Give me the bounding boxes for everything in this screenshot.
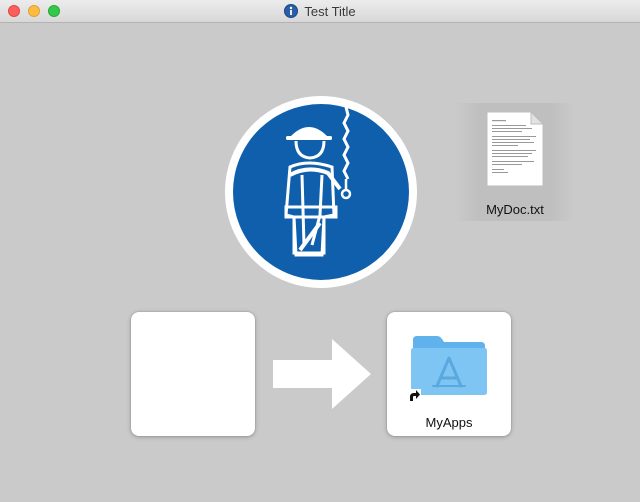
right-arrow-icon: [273, 339, 371, 409]
installer-disk-icon: [284, 4, 299, 18]
title-bar[interactable]: Test Title: [0, 0, 640, 23]
window-content: MyDoc.txt MyApps: [0, 23, 640, 502]
source-app-tile[interactable]: [131, 312, 255, 436]
window-title: Test Title: [304, 3, 356, 19]
window-title-group: Test Title: [0, 0, 640, 22]
installer-window: Test Title MyDoc.txt MyApps: [0, 0, 640, 502]
document-item[interactable]: MyDoc.txt: [455, 103, 575, 243]
folder-label: MyApps: [425, 415, 473, 430]
applications-folder-icon: [411, 336, 487, 395]
applications-folder-target[interactable]: MyApps: [387, 312, 511, 436]
text-document-icon: [486, 111, 545, 187]
safety-harness-sign-icon: [225, 96, 417, 288]
alias-arrow-icon: [407, 389, 421, 403]
document-label: MyDoc.txt: [486, 202, 544, 217]
